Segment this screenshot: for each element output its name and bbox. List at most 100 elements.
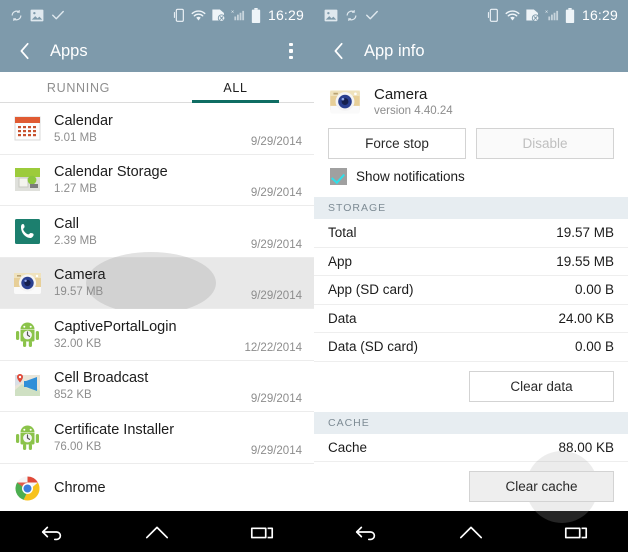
app-name: Chrome	[54, 480, 106, 497]
app-date: 9/29/2014	[250, 444, 302, 457]
list-item-text: Calendar 5.01 MB	[54, 113, 113, 144]
app-name: Calendar	[54, 112, 113, 129]
back-nav-icon[interactable]	[343, 515, 389, 549]
sd-card-removed-icon	[211, 8, 226, 22]
clear-data-row: Clear data	[314, 362, 628, 412]
app-name: Camera	[54, 267, 106, 284]
app-name: Camera	[374, 85, 428, 103]
force-stop-button[interactable]: Force stop	[328, 128, 466, 159]
wifi-icon	[505, 9, 520, 22]
app-version: version 4.40.24	[374, 104, 453, 117]
list-item-text: Chrome	[54, 480, 106, 497]
storage-row-data-sd: Data (SD card) 0.00 B	[314, 333, 628, 362]
action-bar-right: App info	[314, 30, 628, 72]
check-icon	[51, 9, 65, 21]
app-info-screen: × 16:29 App info Camera version 4.40.24 …	[314, 0, 628, 552]
app-date: 9/29/2014	[250, 135, 302, 148]
back-button[interactable]	[10, 36, 40, 66]
storage-row-app: App 19.55 MB	[314, 248, 628, 276]
overflow-menu-icon[interactable]	[278, 34, 304, 68]
app-header-text: Camera version 4.40.24	[374, 86, 453, 117]
show-notifications-checkbox[interactable]	[330, 168, 347, 185]
cell-broadcast-icon	[12, 370, 43, 401]
list-item-text: Certificate Installer 76.00 KB	[54, 422, 174, 453]
row-label: App	[328, 253, 353, 269]
storage-row-total: Total 19.57 MB	[314, 219, 628, 248]
row-value: 19.57 MB	[556, 225, 614, 241]
status-bar-left: × 16:29	[0, 0, 314, 30]
list-item[interactable]: Calendar Storage 1.27 MB 9/29/2014	[0, 154, 314, 206]
row-value: 88.00 KB	[558, 439, 614, 455]
home-nav-icon[interactable]	[448, 515, 494, 549]
sync-icon	[345, 9, 358, 22]
app-name: Certificate Installer	[54, 421, 175, 438]
check-icon	[365, 9, 379, 21]
home-nav-icon[interactable]	[134, 515, 180, 549]
list-item[interactable]: Cell Broadcast 852 KB 9/29/2014	[0, 360, 314, 412]
list-item-text: Camera 19.57 MB	[54, 267, 106, 298]
vibrate-icon	[487, 8, 500, 22]
android-icon	[12, 319, 43, 350]
app-name: Calendar Storage	[54, 164, 168, 181]
app-size: 852 KB	[54, 389, 92, 402]
battery-icon	[251, 7, 261, 23]
svg-text:×: ×	[231, 10, 234, 16]
sd-card-removed-icon	[525, 8, 540, 22]
clear-cache-button[interactable]: Clear cache	[469, 471, 614, 502]
app-size: 76.00 KB	[54, 440, 102, 453]
list-item-text: Cell Broadcast 852 KB	[54, 370, 148, 401]
tab-all[interactable]: ALL	[157, 81, 314, 103]
sync-icon	[10, 9, 23, 22]
apps-screen: × 16:29 Apps RUNNING ALL Calendar 5.01 M…	[0, 0, 314, 552]
list-item[interactable]: Calendar 5.01 MB 9/29/2014	[0, 103, 314, 155]
page-title: Apps	[50, 41, 88, 60]
calendar-icon	[12, 113, 43, 144]
app-name: Cell Broadcast	[54, 370, 149, 387]
list-item[interactable]: Certificate Installer 76.00 KB 9/29/2014	[0, 412, 314, 464]
show-notifications-row[interactable]: Show notifications	[314, 168, 628, 197]
app-size: 5.01 MB	[54, 131, 97, 144]
camera-icon	[12, 267, 43, 298]
wifi-icon	[191, 9, 206, 22]
app-list: Calendar 5.01 MB 9/29/2014 Calendar Stor…	[0, 103, 314, 515]
camera-icon	[328, 84, 362, 118]
list-item-text: Calendar Storage 1.27 MB	[54, 164, 168, 195]
action-bar-left: Apps	[0, 30, 314, 72]
status-bar-right-icons: × 16:29	[487, 7, 618, 23]
show-notifications-label: Show notifications	[356, 169, 465, 184]
row-value: 0.00 B	[574, 282, 614, 298]
tab-running[interactable]: RUNNING	[0, 81, 157, 102]
screenshot-image-icon	[30, 9, 44, 22]
signal-bars-icon: ×	[231, 8, 246, 22]
row-label: App (SD card)	[328, 282, 414, 298]
recents-nav-icon[interactable]	[553, 515, 599, 549]
back-button[interactable]	[324, 36, 354, 66]
list-item-camera[interactable]: Camera 19.57 MB 9/29/2014	[0, 251, 314, 314]
app-date: 12/22/2014	[244, 341, 302, 354]
cache-section-header: CACHE	[314, 411, 628, 434]
back-nav-icon[interactable]	[29, 515, 75, 549]
app-size: 1.27 MB	[54, 183, 97, 196]
app-name: CaptivePortalLogin	[54, 318, 177, 335]
app-size: 2.39 MB	[54, 234, 97, 247]
list-item-text: CaptivePortalLogin 32.00 KB	[54, 319, 177, 350]
app-date: 9/29/2014	[250, 290, 302, 302]
list-item[interactable]: Call 2.39 MB 9/29/2014	[0, 206, 314, 258]
list-item[interactable]: CaptivePortalLogin 32.00 KB 12/22/2014	[0, 309, 314, 361]
app-action-buttons: Force stop Disable	[314, 128, 628, 168]
row-label: Total	[328, 225, 357, 241]
row-value: 0.00 B	[574, 339, 614, 355]
storage-row-data: Data 24.00 KB	[314, 305, 628, 333]
phone-icon	[12, 216, 43, 247]
storage-section-header: STORAGE	[314, 197, 628, 219]
clear-data-button[interactable]: Clear data	[469, 370, 614, 402]
row-label: Data (SD card)	[328, 339, 419, 355]
list-item[interactable]: Chrome	[0, 463, 314, 515]
app-date: 9/29/2014	[250, 238, 302, 251]
screenshot-image-icon	[324, 9, 338, 22]
svg-text:×: ×	[545, 10, 548, 16]
recents-nav-icon[interactable]	[239, 515, 285, 549]
app-date: 9/29/2014	[250, 187, 302, 199]
navigation-bar-right	[314, 511, 628, 552]
status-bar-right: × 16:29	[314, 0, 628, 30]
